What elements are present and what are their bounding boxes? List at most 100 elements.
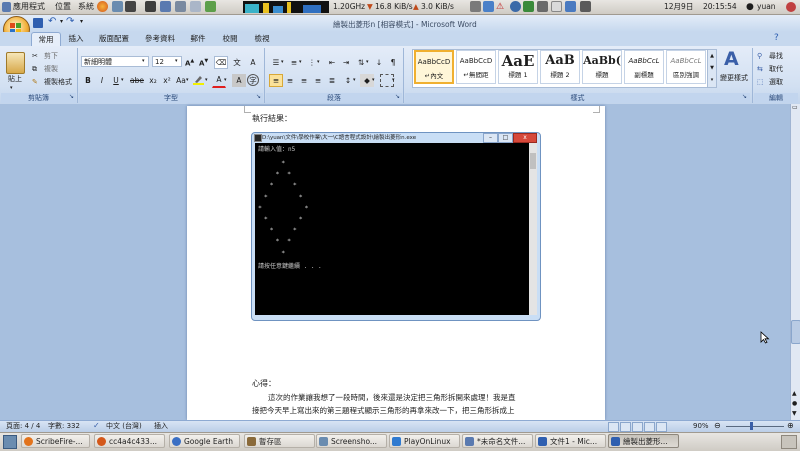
tray-icon-2[interactable] xyxy=(537,1,548,12)
customize-toolbar-icon[interactable]: ▾ xyxy=(80,18,83,25)
font-launcher-icon[interactable]: ↘ xyxy=(256,93,261,100)
ruler-toggle-icon[interactable]: ▭ xyxy=(792,104,798,111)
menu-applications[interactable]: 應用程式 xyxy=(13,1,45,13)
app-launcher3-icon[interactable] xyxy=(190,1,201,12)
tray-icon-3[interactable] xyxy=(580,1,591,12)
zoom-slider-thumb[interactable] xyxy=(750,422,753,430)
clipboard-launcher-icon[interactable]: ↘ xyxy=(69,93,74,100)
tray-network-icon[interactable] xyxy=(483,1,494,12)
highlight-dropdown-icon[interactable]: ▾ xyxy=(205,75,208,85)
app-launcher4-icon[interactable] xyxy=(205,1,216,12)
style-heading1[interactable]: AaE 標題 1 xyxy=(498,50,538,84)
menu-system[interactable]: 系統 xyxy=(78,1,94,13)
char-border-icon[interactable]: A xyxy=(246,56,260,69)
battery-icon[interactable] xyxy=(551,1,562,12)
superscript-button[interactable]: x² xyxy=(160,74,174,87)
borders-dropdown-icon[interactable]: ▾ xyxy=(392,75,395,85)
taskbar-item-scribefire[interactable]: ScribeFire-... xyxy=(21,434,90,448)
update-icon[interactable] xyxy=(523,1,534,12)
editor-icon[interactable] xyxy=(145,1,156,12)
zoom-out-icon[interactable]: ⊖ xyxy=(714,420,721,432)
paste-icon[interactable] xyxy=(6,52,25,74)
copy-button[interactable]: 複製 xyxy=(44,64,58,74)
next-page-icon[interactable]: ▼ xyxy=(792,410,797,417)
clear-format-icon[interactable]: ⌫ xyxy=(214,56,228,69)
decrease-indent-icon[interactable]: ⇤ xyxy=(325,56,339,69)
style-gallery-scroll[interactable]: ▲ ▼ ▾ xyxy=(707,49,717,88)
draft-view-icon[interactable] xyxy=(656,422,667,432)
tab-references[interactable]: 參考資料 xyxy=(139,32,181,46)
firefox-icon[interactable] xyxy=(97,1,108,12)
style-title[interactable]: AaBb( 標題 xyxy=(582,50,622,84)
clock-label[interactable]: 20:15:54 xyxy=(703,0,737,14)
date-label[interactable]: 12月9日 xyxy=(664,0,693,14)
format-painter-button[interactable]: 複製格式 xyxy=(44,77,72,87)
shutdown-icon[interactable] xyxy=(786,2,796,12)
distributed-icon[interactable]: ≣ xyxy=(325,74,339,87)
numbering-dropdown-icon[interactable]: ▾ xyxy=(299,57,302,67)
multilevel-dropdown-icon[interactable]: ▾ xyxy=(317,57,320,67)
word-count[interactable]: 字數: 332 xyxy=(48,420,80,432)
tab-insert[interactable]: 插入 xyxy=(62,32,90,46)
replace-button[interactable]: 取代 xyxy=(769,64,783,74)
tray-icon-1[interactable] xyxy=(470,1,481,12)
styles-launcher-icon[interactable]: ↘ xyxy=(742,93,747,100)
shading-dropdown-icon[interactable]: ▾ xyxy=(372,75,375,85)
tab-review[interactable]: 校閱 xyxy=(216,32,244,46)
change-styles-icon[interactable]: A xyxy=(724,48,739,70)
italic-button[interactable]: I xyxy=(95,74,109,87)
taskbar-item-word-doc1[interactable]: 文件1 - Mic... xyxy=(535,434,606,448)
taskbar-item-untitled-doc[interactable]: *未命名文件... xyxy=(462,434,533,448)
bullets-dropdown-icon[interactable]: ▾ xyxy=(281,57,284,67)
show-desktop-icon[interactable] xyxy=(3,435,17,449)
language-label[interactable]: 中文 (台灣) xyxy=(106,420,142,432)
page-count[interactable]: 頁面: 4 / 4 xyxy=(6,420,40,432)
scrollbar-thumb[interactable] xyxy=(791,320,800,344)
taskbar-item-screenshot[interactable]: Screensho... xyxy=(316,434,387,448)
full-screen-view-icon[interactable] xyxy=(620,422,631,432)
zoom-in-icon[interactable]: ⊕ xyxy=(787,420,794,432)
undo-icon[interactable]: ↶ xyxy=(48,16,56,27)
insert-mode-label[interactable]: 插入 xyxy=(154,420,168,432)
font-color-dropdown-icon[interactable]: ▾ xyxy=(224,75,227,85)
bold-button[interactable]: B xyxy=(81,74,95,87)
select-browse-object-icon[interactable]: ● xyxy=(792,400,797,407)
paste-dropdown-icon[interactable]: ▾ xyxy=(10,83,13,93)
taskbar-item-google-earth[interactable]: Google Earth xyxy=(169,434,240,448)
cut-button[interactable]: 剪下 xyxy=(44,51,58,61)
grow-font-icon[interactable]: A▲ xyxy=(185,56,194,68)
align-right-icon[interactable]: ≡ xyxy=(297,74,311,87)
volume-icon[interactable] xyxy=(565,1,576,12)
warning-icon[interactable]: ⚠ xyxy=(496,0,504,14)
web-layout-view-icon[interactable] xyxy=(632,422,643,432)
tab-page-layout[interactable]: 版面配置 xyxy=(93,32,135,46)
cpu-freq-indicator[interactable]: 1.20GHz xyxy=(333,0,365,14)
font-name-dropdown-icon[interactable]: ▾ xyxy=(142,56,145,66)
taskbar-item-temp-folder[interactable]: 暫存區 xyxy=(244,434,315,448)
tab-view[interactable]: 檢視 xyxy=(248,32,276,46)
change-styles-button[interactable]: 變更樣式 xyxy=(720,73,748,83)
taskbar-item-firefox[interactable]: cc4a4c433... xyxy=(94,434,165,448)
shrink-font-icon[interactable]: A▼ xyxy=(199,56,208,68)
underline-dropdown-icon[interactable]: ▾ xyxy=(121,75,124,85)
zoom-level[interactable]: 90% xyxy=(693,420,709,432)
style-subtitle[interactable]: AaBbCcL 副標題 xyxy=(624,50,664,84)
taskbar-item-word-active[interactable]: 繪製出菱形... xyxy=(608,434,679,448)
print-layout-view-icon[interactable] xyxy=(608,422,619,432)
justify-icon[interactable]: ≡ xyxy=(311,74,325,87)
find-button[interactable]: 尋找 xyxy=(769,51,783,61)
zoom-slider[interactable] xyxy=(726,426,784,427)
tab-mailings[interactable]: 郵件 xyxy=(184,32,212,46)
strikethrough-button[interactable]: abe xyxy=(128,74,146,87)
proofing-icon[interactable]: ✓ xyxy=(93,420,100,432)
enclose-char-icon[interactable]: 字 xyxy=(247,74,259,86)
change-case-dropdown-icon[interactable]: ▾ xyxy=(186,75,189,85)
char-shading-icon[interactable]: A xyxy=(232,74,246,87)
app-launcher-icon[interactable] xyxy=(160,1,171,12)
subscript-button[interactable]: x₂ xyxy=(146,74,160,87)
help-icon[interactable] xyxy=(112,1,123,12)
undo-dropdown-icon[interactable]: ▾ xyxy=(60,18,63,25)
save-icon[interactable] xyxy=(33,18,43,28)
align-center-icon[interactable]: ≡ xyxy=(283,74,297,87)
tab-home[interactable]: 常用 xyxy=(31,32,61,47)
